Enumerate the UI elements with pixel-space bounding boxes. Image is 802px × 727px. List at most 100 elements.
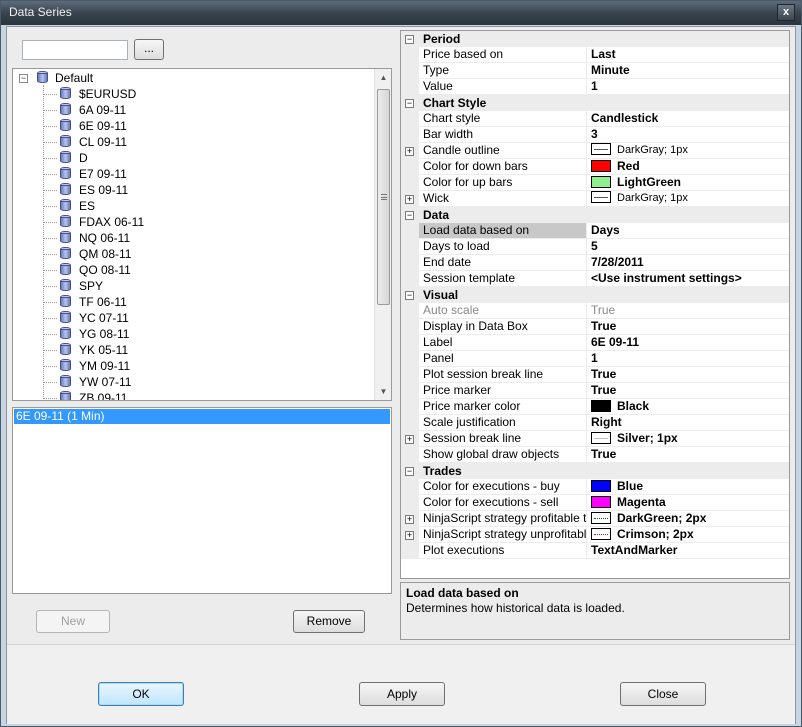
tree-item[interactable]: ZB 09-11 — [43, 390, 373, 400]
property-name[interactable]: Candle outline — [419, 143, 587, 159]
property-value[interactable]: True — [587, 447, 789, 463]
tree-item[interactable]: NQ 06-11 — [43, 230, 373, 246]
property-row[interactable]: Price marker True — [401, 383, 789, 399]
property-name[interactable]: Price based on — [419, 47, 587, 63]
property-row[interactable]: Value 1 — [401, 79, 789, 95]
property-row[interactable]: Scale justification Right — [401, 415, 789, 431]
tree-item[interactable]: $EURUSD — [43, 86, 373, 102]
property-value[interactable]: Magenta — [587, 495, 789, 511]
instrument-search-input[interactable] — [22, 40, 128, 60]
tree-item[interactable]: YM 09-11 — [43, 358, 373, 374]
property-name[interactable]: Days to load — [419, 239, 587, 255]
property-value[interactable]: 6E 09-11 — [587, 335, 789, 351]
property-name[interactable]: Load data based on — [419, 223, 587, 239]
property-row[interactable]: Show global draw objects True — [401, 447, 789, 463]
property-name[interactable]: Color for executions - sell — [419, 495, 587, 511]
property-row[interactable]: Session template <Use instrument settings… — [401, 271, 789, 287]
tree-item[interactable]: D — [43, 150, 373, 166]
property-row[interactable]: + NinjaScript strategy unprofitable trade… — [401, 527, 789, 543]
tree-item[interactable]: CL 09-11 — [43, 134, 373, 150]
property-value[interactable]: TextAndMarker — [587, 543, 789, 559]
collapse-icon[interactable]: − — [405, 211, 414, 220]
property-row[interactable]: + NinjaScript strategy profitable trades D… — [401, 511, 789, 527]
tree-item[interactable]: 6E 09-11 — [43, 118, 373, 134]
property-name[interactable]: Bar width — [419, 127, 587, 143]
tree-scrollbar[interactable]: ▲ ▼ — [374, 69, 391, 400]
property-name[interactable]: Type — [419, 63, 587, 79]
series-list-item[interactable]: 6E 09-11 (1 Min) — [14, 409, 390, 424]
property-row[interactable]: Display in Data Box True — [401, 319, 789, 335]
property-row[interactable]: Label 6E 09-11 — [401, 335, 789, 351]
property-name[interactable]: NinjaScript strategy unprofitable trades — [419, 527, 587, 543]
property-row[interactable]: Color for down bars Red — [401, 159, 789, 175]
property-name[interactable]: Label — [419, 335, 587, 351]
property-name[interactable]: Color for down bars — [419, 159, 587, 175]
property-row[interactable]: + Session break line Silver; 1px — [401, 431, 789, 447]
tree-item[interactable]: 6A 09-11 — [43, 102, 373, 118]
collapse-icon[interactable]: − — [405, 99, 414, 108]
property-value[interactable]: 1 — [587, 79, 789, 95]
property-value[interactable]: DarkGreen; 2px — [587, 511, 789, 527]
tree-item[interactable]: YG 08-11 — [43, 326, 373, 342]
property-name[interactable]: Value — [419, 79, 587, 95]
category-trades[interactable]: − Trades — [401, 463, 789, 479]
property-row[interactable]: Color for executions - sell Magenta — [401, 495, 789, 511]
scroll-up-arrow-icon[interactable]: ▲ — [375, 69, 391, 86]
property-row[interactable]: End date 7/28/2011 — [401, 255, 789, 271]
property-row[interactable]: Plot session break line True — [401, 367, 789, 383]
property-name[interactable]: Session template — [419, 271, 587, 287]
category-visual[interactable]: − Visual — [401, 287, 789, 303]
property-row[interactable]: Panel 1 — [401, 351, 789, 367]
property-name[interactable]: Display in Data Box — [419, 319, 587, 335]
expand-icon[interactable]: + — [405, 195, 414, 204]
property-row[interactable]: Color for executions - buy Blue — [401, 479, 789, 495]
property-row[interactable]: Chart style Candlestick — [401, 111, 789, 127]
tree-item[interactable]: TF 06-11 — [43, 294, 373, 310]
property-value[interactable]: <Use instrument settings> — [587, 271, 789, 287]
tree-item[interactable]: ES 09-11 — [43, 182, 373, 198]
property-name[interactable]: Plot executions — [419, 543, 587, 559]
expand-icon[interactable]: + — [405, 435, 414, 444]
property-value[interactable]: Days — [587, 223, 789, 239]
property-name[interactable]: Panel — [419, 351, 587, 367]
browse-button[interactable]: ... — [134, 39, 164, 60]
property-name[interactable]: Scale justification — [419, 415, 587, 431]
property-value[interactable]: 3 — [587, 127, 789, 143]
collapse-icon[interactable]: − — [405, 35, 414, 44]
tree-root-default[interactable]: − Default — [13, 70, 373, 86]
remove-button[interactable]: Remove — [293, 610, 365, 633]
property-value[interactable]: 7/28/2011 — [587, 255, 789, 271]
property-value[interactable]: True — [587, 319, 789, 335]
property-row[interactable]: Auto scale True — [401, 303, 789, 319]
scroll-down-arrow-icon[interactable]: ▼ — [375, 383, 391, 400]
title-bar[interactable]: Data Series x — [1, 1, 801, 25]
property-row[interactable]: Plot executions TextAndMarker — [401, 543, 789, 559]
property-row[interactable]: Load data based on Days — [401, 223, 789, 239]
property-row[interactable]: + Candle outline DarkGray; 1px — [401, 143, 789, 159]
property-name[interactable]: Auto scale — [419, 303, 587, 319]
collapse-icon[interactable]: − — [405, 291, 414, 300]
property-value[interactable]: Blue — [587, 479, 789, 495]
property-row[interactable]: Price based on Last — [401, 47, 789, 63]
property-value[interactable]: Red — [587, 159, 789, 175]
ok-button[interactable]: OK — [98, 682, 184, 706]
property-name[interactable]: Show global draw objects — [419, 447, 587, 463]
property-row[interactable]: Bar width 3 — [401, 127, 789, 143]
category-chart-style[interactable]: − Chart Style — [401, 95, 789, 111]
property-row[interactable]: Type Minute — [401, 63, 789, 79]
tree-item[interactable]: YC 07-11 — [43, 310, 373, 326]
property-value[interactable]: DarkGray; 1px — [587, 143, 789, 159]
property-name[interactable]: Color for up bars — [419, 175, 587, 191]
expand-icon[interactable]: + — [405, 515, 414, 524]
property-row[interactable]: + Wick DarkGray; 1px — [401, 191, 789, 207]
property-name[interactable]: Session break line — [419, 431, 587, 447]
property-value[interactable]: Candlestick — [587, 111, 789, 127]
tree-item[interactable]: YK 05-11 — [43, 342, 373, 358]
property-value[interactable]: Right — [587, 415, 789, 431]
property-name[interactable]: Color for executions - buy — [419, 479, 587, 495]
property-name[interactable]: Wick — [419, 191, 587, 207]
property-value[interactable]: Last — [587, 47, 789, 63]
category-data[interactable]: − Data — [401, 207, 789, 223]
property-value[interactable]: Silver; 1px — [587, 431, 789, 447]
new-button[interactable]: New — [36, 610, 110, 633]
